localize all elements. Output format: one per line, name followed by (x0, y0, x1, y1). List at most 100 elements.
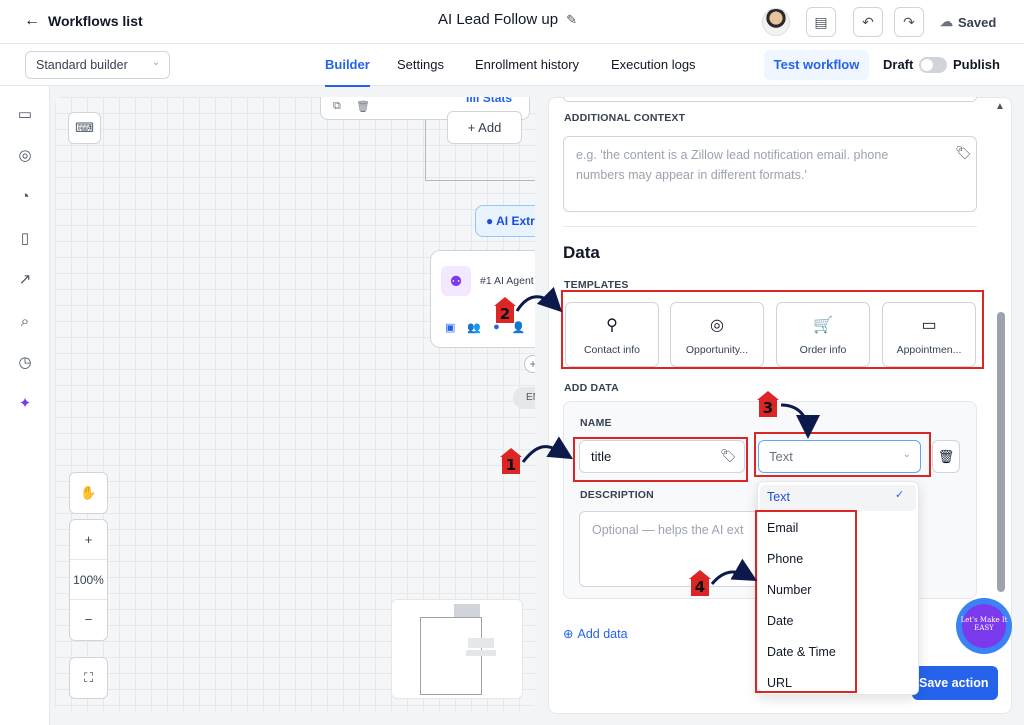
description-label: DESCRIPTION (580, 489, 654, 501)
zoom-level: 100% (70, 560, 107, 600)
agent-node-label: #1 AI Agent (480, 275, 534, 287)
step-number: 2 (496, 305, 514, 323)
add-label: Add (478, 120, 502, 135)
pencil-icon[interactable]: ✎ (566, 12, 577, 28)
document-icon: ▤ (814, 13, 828, 30)
annotation-step-3: 3 (757, 391, 779, 417)
search-icon[interactable]: ⌕ (16, 313, 34, 331)
tab-execution-logs[interactable]: Execution logs (611, 57, 696, 72)
type-option-text[interactable]: Text (767, 490, 790, 504)
zoom-in-button[interactable]: + (70, 520, 107, 560)
ai-extract-pill[interactable]: ● AI Extr (475, 205, 535, 237)
redo-button[interactable]: ↷ (894, 7, 924, 37)
minimap-viewport[interactable] (420, 617, 482, 695)
connector-line (425, 180, 535, 181)
annotation-box-type-options (755, 510, 857, 693)
annotation-box-templates (561, 290, 984, 369)
minimap-node (466, 650, 496, 656)
pie-chart-icon[interactable]: ◔ (16, 188, 34, 206)
bar-chart-icon: ılıl (466, 97, 480, 105)
name-label: NAME (580, 417, 612, 429)
external-link-icon[interactable]: ↗ (16, 271, 34, 289)
field-description-placeholder: Optional — helps the AI ext (592, 523, 744, 537)
left-rail: ▭ ◎ ◔ ▯ ↗ ⌕ ◷ ✦ (0, 86, 50, 725)
back-label: Workflows list (48, 13, 143, 29)
top-bar: ← Workflows list AI Lead Follow up ✎ ▤ ↶… (0, 0, 1024, 44)
panel-scrollbar[interactable] (997, 312, 1005, 592)
copy-icon[interactable]: ⧉ (333, 100, 341, 113)
back-to-workflows-link[interactable]: ← Workflows list (24, 12, 143, 30)
fit-view-group: ⛶ (69, 657, 108, 699)
workflow-title[interactable]: AI Lead Follow up ✎ (438, 11, 577, 28)
add-step-button[interactable]: + (524, 355, 535, 373)
check-circle-icon[interactable]: ◎ (16, 147, 34, 165)
delete-field-button[interactable]: 🗑 (932, 440, 960, 473)
minimap-node (468, 638, 494, 648)
save-action-button[interactable]: Save action (912, 666, 998, 700)
saved-status: ☁ Saved (940, 14, 996, 30)
zoom-controls: + 100% − (69, 519, 108, 641)
stats-link[interactable]: ılıl Stats (466, 97, 512, 105)
redo-icon: ↷ (903, 13, 915, 30)
pan-tool-group: ✋ (69, 472, 108, 514)
keyboard-shortcuts-button[interactable]: ⌨ (68, 112, 101, 144)
trash-icon: 🗑 (937, 449, 955, 464)
undo-icon: ↶ (862, 13, 874, 30)
zoom-out-button[interactable]: − (70, 600, 107, 640)
add-branch-button[interactable]: + Add (447, 111, 522, 144)
undo-button[interactable]: ↶ (853, 7, 883, 37)
cloud-icon: ☁ (940, 14, 953, 29)
ai-agent-node[interactable]: ⚉ #1 AI Agent ▣ 👥 ● 👤 (430, 250, 535, 348)
ai-pill-label: AI Extr (496, 214, 535, 228)
notes-button[interactable]: ▤ (806, 7, 836, 37)
annotation-step-2: 2 (494, 297, 516, 323)
previous-field-bottom (563, 97, 977, 102)
additional-context-label: ADDITIONAL CONTEXT (564, 112, 686, 124)
plus-circle-icon: ⊕ (563, 627, 574, 641)
tab-settings[interactable]: Settings (397, 57, 444, 72)
minimap[interactable] (391, 599, 523, 699)
draft-label: Draft (883, 57, 914, 72)
watermark-badge: Let's Make It EASY (956, 598, 1012, 654)
tab-builder[interactable]: Builder (325, 57, 370, 87)
connector-line (425, 120, 426, 180)
publish-label: Publish (953, 57, 1000, 72)
add-data-link[interactable]: ⊕ Add data (563, 626, 628, 642)
history-icon[interactable]: ◷ (16, 354, 34, 372)
end-pill: EN (513, 387, 535, 409)
section-divider (563, 226, 977, 227)
users-icon[interactable]: 👥 (467, 321, 481, 334)
publish-toggle[interactable] (919, 57, 947, 73)
record-icon[interactable]: ▣ (445, 321, 455, 334)
additional-context-textarea[interactable]: e.g. 'the content is a Zillow lead notif… (563, 136, 977, 212)
workflow-title-text: AI Lead Follow up (438, 11, 559, 28)
robot-icon: ⚉ (441, 266, 471, 296)
trash-icon[interactable]: 🗑 (356, 100, 370, 113)
annotation-box-type (754, 432, 931, 477)
fit-screen-icon[interactable]: ⛶ (70, 658, 107, 698)
sparkle-icon[interactable]: ✦ (16, 395, 34, 413)
saved-label: Saved (958, 14, 997, 30)
comment-icon[interactable]: ▭ (16, 106, 34, 124)
step-number: 3 (759, 399, 777, 417)
tab-enrollment-history[interactable]: Enrollment history (475, 57, 579, 72)
step-number: 1 (502, 456, 520, 474)
stats-label: Stats (482, 97, 513, 105)
annotation-box-name (573, 437, 748, 482)
user-avatar[interactable] (762, 8, 790, 36)
file-icon[interactable]: ▯ (16, 230, 34, 248)
arrow-left-icon: ← (24, 12, 40, 29)
builder-mode-select[interactable]: Standard builder ⌄ (25, 51, 170, 79)
check-icon: ✓ (895, 489, 905, 501)
field-description-textarea[interactable]: Optional — helps the AI ext (579, 511, 759, 587)
keyboard-icon: ⌨ (75, 120, 94, 135)
builder-mode-value: Standard builder (36, 58, 128, 72)
minimap-node (454, 604, 480, 618)
workflow-canvas[interactable]: ⌨ ⧉ 🗑 ılıl Stats + Add ● AI Extr ⚉ #1 AI… (55, 97, 535, 712)
add-data-link-label: Add data (577, 626, 628, 641)
builder-toolbar: Standard builder ⌄ Builder Settings Enro… (0, 44, 1024, 87)
hand-icon[interactable]: ✋ (70, 473, 107, 513)
test-workflow-button[interactable]: Test workflow (764, 50, 869, 80)
scroll-up-arrow[interactable]: ▲ (995, 101, 1005, 112)
tag-icon[interactable]: 🏷 (955, 145, 972, 161)
